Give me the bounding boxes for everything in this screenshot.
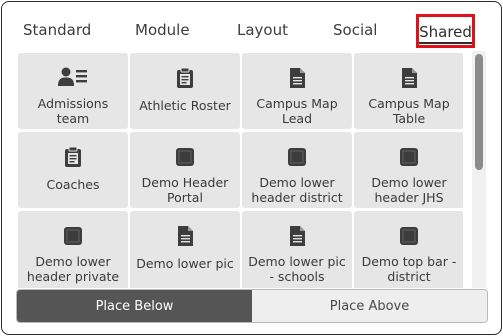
clipboard-icon [176,66,194,90]
document-icon [289,66,306,90]
clipboard-icon [64,145,82,169]
tile-label: Demo lower header JHS [371,175,447,205]
tile-label: Campus Map Lead [256,96,338,126]
document-icon [177,224,194,248]
tile-label: Demo top bar - district [361,254,457,284]
document-icon [401,66,418,90]
square-icon [175,145,195,169]
place-below-button[interactable]: Place Below [17,290,252,322]
tile-label: Campus Map Table [368,96,450,126]
tab-shared[interactable]: Shared [416,14,475,48]
tile-label: Athletic Roster [139,98,231,113]
tab-module[interactable]: Module [135,21,190,39]
category-tabs: Standard Module Layout Social Shared [2,2,501,48]
tab-social[interactable]: Social [333,21,377,39]
tab-layout[interactable]: Layout [237,21,288,39]
square-icon [399,224,419,248]
shared-items-grid: Admissions team Athletic Roster Campus M… [16,51,463,288]
tile-label: Admissions team [37,96,109,126]
square-icon [63,224,83,248]
tile-demo-lower-header-district[interactable]: Demo lower header district [242,132,352,208]
tile-label: Demo lower header district [251,175,343,205]
place-above-button[interactable]: Place Above [252,290,487,322]
tab-standard[interactable]: Standard [23,21,91,39]
grid-scrollbar[interactable] [472,51,486,288]
tile-demo-lower-pic-schools[interactable]: Demo lower pic - schools [242,211,352,288]
square-icon [287,145,307,169]
tile-campus-map-table[interactable]: Campus Map Table [354,53,463,129]
scrollbar-thumb[interactable] [475,54,483,170]
tile-demo-lower-pic[interactable]: Demo lower pic [130,211,240,288]
tile-label: Demo lower pic [136,256,234,271]
tile-campus-map-lead[interactable]: Campus Map Lead [242,53,352,129]
tile-demo-lower-header-jhs[interactable]: Demo lower header JHS [354,132,463,208]
tile-label: Coaches [46,177,100,192]
tile-athletic-roster[interactable]: Athletic Roster [130,53,240,129]
tile-demo-header-portal[interactable]: Demo Header Portal [130,132,240,208]
tile-demo-top-bar-district[interactable]: Demo top bar - district [354,211,463,288]
tile-label: Demo lower pic - schools [248,254,346,284]
tab-shared-label: Shared [419,23,472,44]
tile-admissions-team[interactable]: Admissions team [18,53,128,129]
tile-coaches[interactable]: Coaches [18,132,128,208]
shared-content-panel: Standard Module Layout Social Shared Adm… [1,1,502,335]
tile-label: Demo lower header private [26,254,120,284]
users-list-icon [58,66,88,90]
tile-label: Demo Header Portal [141,175,229,205]
document-icon [289,224,306,248]
tile-demo-lower-header-private[interactable]: Demo lower header private [18,211,128,288]
placement-toggle: Place Below Place Above [16,289,488,323]
square-icon [399,145,419,169]
